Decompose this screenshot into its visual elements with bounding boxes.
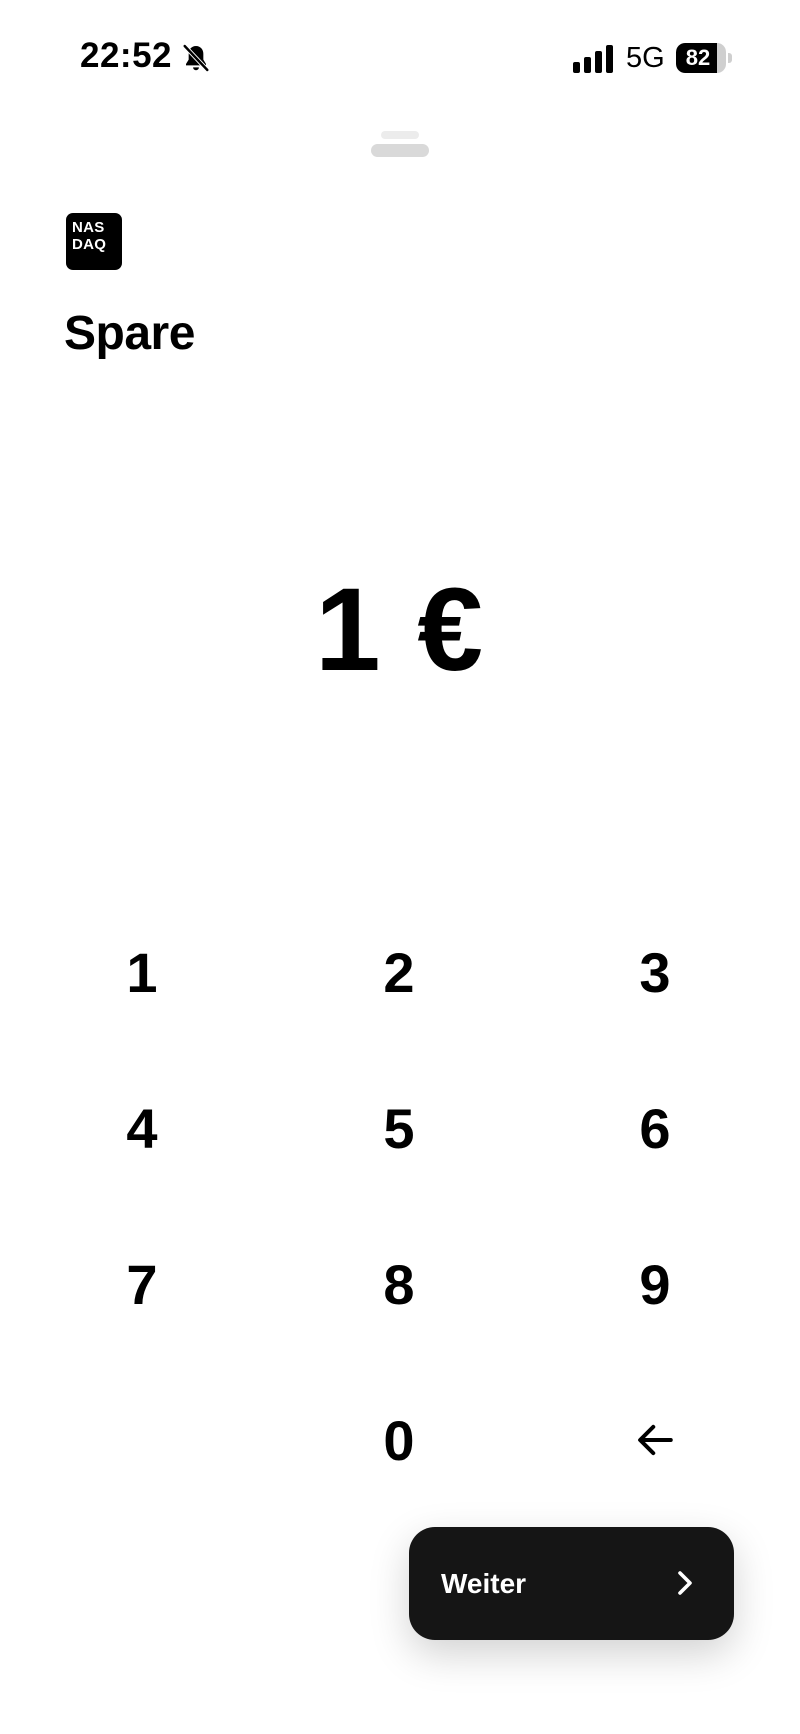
continue-button-label: Weiter xyxy=(441,1568,527,1599)
amount-display: 1 € xyxy=(314,564,486,696)
chevron-right-icon xyxy=(678,1571,692,1595)
battery-level: 82 xyxy=(685,45,711,70)
key-5[interactable]: 5 xyxy=(309,1073,489,1183)
key-4[interactable]: 4 xyxy=(52,1073,232,1183)
continue-button[interactable]: Weiter xyxy=(409,1527,734,1640)
logo-text-line1: NAS xyxy=(72,219,105,236)
cellular-signal-icon xyxy=(573,45,613,73)
logo-text-line2: DAQ xyxy=(72,236,107,253)
network-type: 5G xyxy=(626,42,665,74)
key-2[interactable]: 2 xyxy=(309,917,489,1027)
backspace-button[interactable] xyxy=(565,1385,745,1495)
status-time: 22:52 xyxy=(80,36,173,75)
key-3[interactable]: 3 xyxy=(565,917,745,1027)
key-1[interactable]: 1 xyxy=(52,917,232,1027)
key-8[interactable]: 8 xyxy=(309,1229,489,1339)
sheet-grab-handle[interactable] xyxy=(371,131,429,157)
key-9[interactable]: 9 xyxy=(565,1229,745,1339)
page-title: Spare xyxy=(64,307,195,360)
status-bar: 22:52 5G 82 xyxy=(0,0,800,120)
arrow-left-icon xyxy=(638,1424,673,1456)
key-0[interactable]: 0 xyxy=(309,1385,489,1495)
key-7[interactable]: 7 xyxy=(52,1229,232,1339)
nasdaq-logo: NAS DAQ xyxy=(66,213,122,270)
bell-muted-icon xyxy=(183,44,209,72)
battery-icon: 82 xyxy=(676,43,732,73)
key-6[interactable]: 6 xyxy=(565,1073,745,1183)
